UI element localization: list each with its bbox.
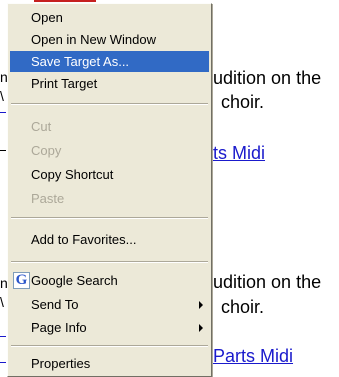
link-fragment — [0, 362, 6, 363]
menu-item-google-search[interactable]: G Google Search — [10, 270, 209, 291]
menu-item-add-to-favorites[interactable]: Add to Favorites... — [10, 229, 209, 250]
menu-item-open-in-new-window[interactable]: Open in New Window — [10, 29, 209, 50]
context-menu: Open Open in New Window Save Target As..… — [7, 3, 212, 377]
body-text-line: udition on the — [213, 68, 322, 88]
menu-item-save-target-as[interactable]: Save Target As... — [10, 51, 209, 72]
body-text-line: choir. — [221, 92, 265, 112]
submenu-arrow-icon — [199, 324, 203, 332]
midi-link[interactable]: ts Midi — [213, 143, 265, 163]
midi-link[interactable]: Parts Midi — [213, 346, 293, 366]
body-text-line: udition on the — [213, 272, 322, 292]
menu-item-copy-shortcut[interactable]: Copy Shortcut — [10, 164, 209, 185]
body-text-line: choir. — [221, 297, 265, 317]
menu-item-open[interactable]: Open — [10, 7, 209, 28]
menu-item-label: Google Search — [31, 273, 118, 288]
menu-separator — [11, 261, 208, 263]
menu-item-label: Page Info — [31, 320, 87, 335]
menu-item-copy[interactable]: Copy — [10, 140, 209, 161]
body-text-fragment: \ — [0, 88, 4, 104]
menu-item-send-to[interactable]: Send To — [10, 294, 209, 315]
link-fragment — [0, 336, 6, 337]
menu-separator — [11, 345, 208, 347]
menu-item-page-info[interactable]: Page Info — [10, 317, 209, 338]
body-text-fragment: \ — [0, 294, 4, 310]
dash-fragment — [0, 150, 6, 151]
menu-item-paste[interactable]: Paste — [10, 188, 209, 209]
menu-item-print-target[interactable]: Print Target — [10, 73, 209, 94]
menu-item-properties[interactable]: Properties — [10, 353, 209, 374]
menu-separator — [11, 217, 208, 219]
link-fragment — [0, 112, 6, 113]
menu-separator — [11, 103, 208, 105]
menu-item-label: Send To — [31, 297, 79, 312]
menu-item-cut[interactable]: Cut — [10, 116, 209, 137]
submenu-arrow-icon — [199, 301, 203, 309]
google-g-icon: G — [13, 272, 30, 289]
